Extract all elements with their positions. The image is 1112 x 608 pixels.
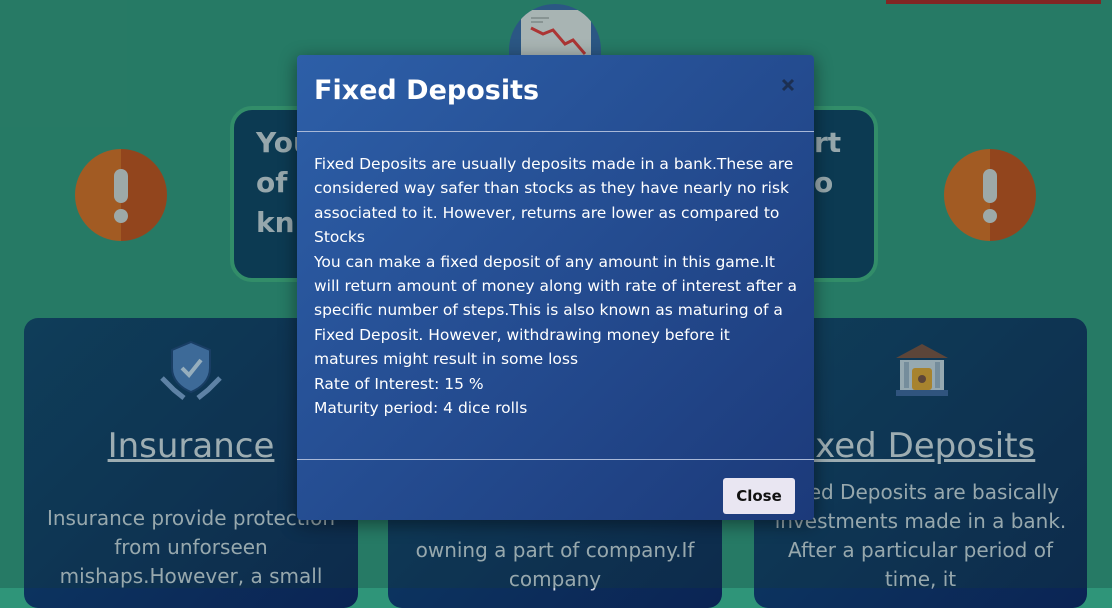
modal-body: Fixed Deposits are usually deposits made…	[314, 152, 798, 420]
close-button[interactable]: Close	[723, 478, 795, 514]
modal-title: Fixed Deposits	[314, 75, 540, 106]
close-icon[interactable]	[779, 76, 797, 94]
rate-of-interest: Rate of Interest: 15 %	[314, 374, 484, 393]
fixed-deposits-modal: Fixed Deposits Fixed Deposits are usuall…	[297, 55, 814, 520]
modal-footer-divider	[297, 459, 814, 460]
modal-paragraph-intro: Fixed Deposits are usually deposits made…	[314, 155, 794, 247]
modal-header: Fixed Deposits	[297, 55, 814, 132]
maturity-period: Maturity period: 4 dice rolls	[314, 399, 528, 418]
modal-paragraph-details: You can make a fixed deposit of any amou…	[314, 252, 797, 369]
